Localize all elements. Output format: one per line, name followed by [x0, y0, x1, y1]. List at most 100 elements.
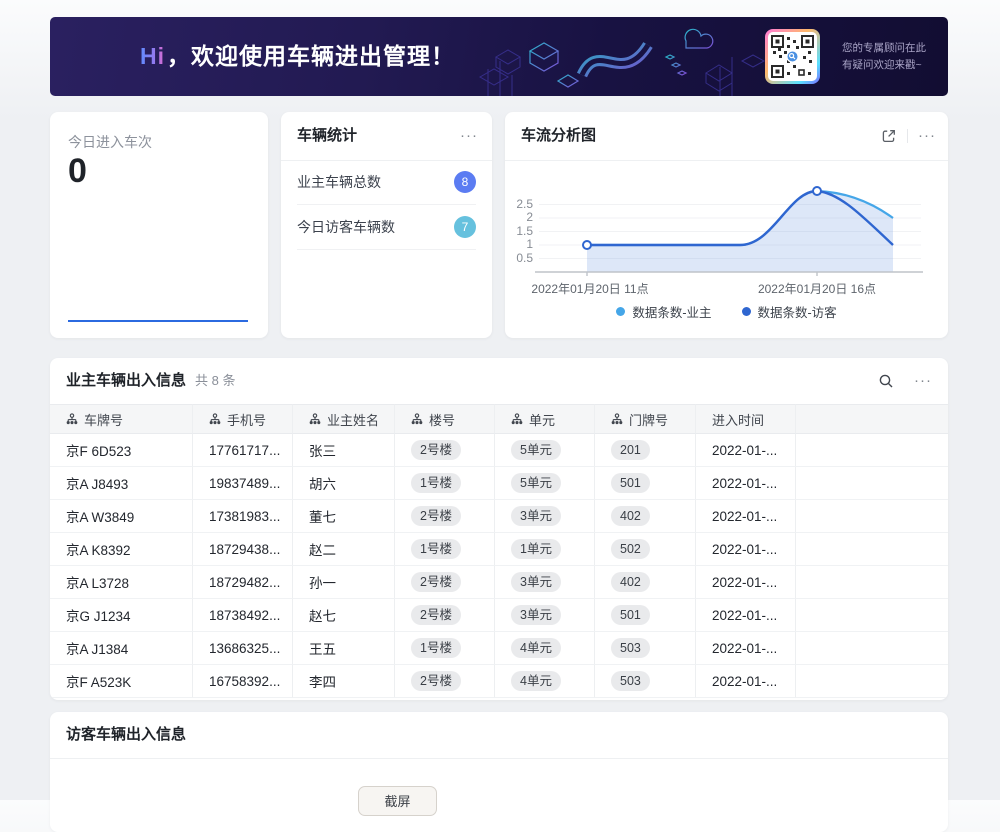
table-row[interactable]: 京A J849319837489...胡六1号楼5单元5012022-01-..…	[50, 467, 948, 500]
table-cell: 京A L3728	[50, 566, 193, 599]
cell-tag: 2号楼	[411, 605, 461, 625]
field-type-icon	[511, 413, 523, 425]
table-cell: 3单元	[495, 500, 595, 533]
vehicle-stats-header: 车辆统计 ···	[281, 112, 492, 161]
column-header[interactable]	[796, 404, 948, 434]
qr-code[interactable]	[765, 29, 820, 84]
banner-greeting: Hi，欢迎使用车辆进出管理！	[140, 17, 455, 96]
column-header[interactable]: 门牌号	[595, 404, 696, 434]
cell-tag: 5单元	[511, 440, 561, 460]
table-cell: 王五	[293, 632, 395, 665]
vehicle-stats-more-button[interactable]: ···	[460, 112, 478, 160]
table-cell: 2022-01-...	[696, 599, 796, 632]
table-cell: 赵七	[293, 599, 395, 632]
column-header[interactable]: 业主姓名	[293, 404, 395, 434]
column-header[interactable]: 楼号	[395, 404, 495, 434]
table-cell: 201	[595, 434, 696, 467]
chart-data-point	[583, 241, 591, 249]
traffic-chart-more-button[interactable]: ···	[918, 112, 936, 160]
table-cell: 16758392...	[193, 665, 293, 698]
table-cell: 402	[595, 500, 696, 533]
today-entry-accent-line	[68, 320, 248, 322]
cell-tag: 503	[611, 638, 650, 658]
table-cell: 402	[595, 566, 696, 599]
legend-item[interactable]: 数据条数-访客	[742, 302, 837, 321]
table-cell: 1号楼	[395, 467, 495, 500]
screenshot-button[interactable]: 截屏	[358, 786, 437, 816]
banner-greeting-prefix: Hi	[140, 43, 165, 69]
table-cell: 2022-01-...	[696, 632, 796, 665]
table-row[interactable]: 京A J138413686325...王五1号楼4单元5032022-01-..…	[50, 632, 948, 665]
table-cell: 2022-01-...	[696, 566, 796, 599]
column-header-label: 单元	[529, 410, 555, 429]
table-row[interactable]: 京F 6D52317761717...张三2号楼5单元2012022-01-..…	[50, 434, 948, 467]
cell-tag: 4单元	[511, 638, 561, 658]
traffic-chart-svg	[505, 164, 948, 278]
legend-dot-icon	[616, 307, 625, 316]
field-type-icon	[209, 413, 221, 425]
column-header-label: 手机号	[227, 410, 266, 429]
cell-tag: 2号楼	[411, 671, 461, 691]
table-cell: 2022-01-...	[696, 467, 796, 500]
expand-icon[interactable]	[881, 128, 897, 144]
table-cell: 京A K8392	[50, 533, 193, 566]
table-row[interactable]: 京A K839218729438...赵二1号楼1单元5022022-01-..…	[50, 533, 948, 566]
table-row[interactable]: 京G J123418738492...赵七2号楼3单元5012022-01-..…	[50, 599, 948, 632]
cell-tag: 1号楼	[411, 473, 461, 493]
table-cell: 京A J8493	[50, 467, 193, 500]
traffic-chart-title: 车流分析图	[521, 112, 596, 160]
column-header[interactable]: 车牌号	[50, 404, 193, 434]
column-header[interactable]: 进入时间	[696, 404, 796, 434]
table-cell: 2022-01-...	[696, 434, 796, 467]
table-row[interactable]: 京F A523K16758392...李四2号楼4单元5032022-01-..…	[50, 665, 948, 698]
table-cell: 13686325...	[193, 632, 293, 665]
table-cell: 5单元	[495, 434, 595, 467]
table-cell: 张三	[293, 434, 395, 467]
welcome-banner: Hi，欢迎使用车辆进出管理！ 您的专	[50, 17, 948, 96]
column-header-label: 楼号	[429, 410, 455, 429]
owner-table-title-text: 业主车辆出入信息	[66, 372, 186, 389]
cell-tag: 402	[611, 506, 650, 526]
traffic-chart-card: 车流分析图 ··· 0.511.522.5 2022年01月20日 11点20	[505, 112, 948, 338]
owner-table-more-button[interactable]: ···	[914, 358, 932, 404]
table-cell: 2022-01-...	[696, 533, 796, 566]
vehicle-stats-title: 车辆统计	[297, 112, 357, 160]
column-header[interactable]: 手机号	[193, 404, 293, 434]
table-cell: 2号楼	[395, 665, 495, 698]
cell-tag: 502	[611, 539, 650, 559]
vehicle-stats-rows: 业主车辆总数8今日访客车辆数7	[281, 160, 492, 250]
stats-row-label: 今日访客车辆数	[297, 217, 395, 237]
chart-ytick-label: 2	[505, 210, 533, 224]
cell-tag: 501	[611, 473, 650, 493]
today-entry-label: 今日进入车次	[68, 132, 152, 152]
field-type-icon	[611, 413, 623, 425]
cell-tag: 402	[611, 572, 650, 592]
table-cell: 503	[595, 632, 696, 665]
table-cell: 京A W3849	[50, 500, 193, 533]
legend-dot-icon	[742, 307, 751, 316]
column-header[interactable]: 单元	[495, 404, 595, 434]
table-cell: 503	[595, 665, 696, 698]
cell-tag: 1号楼	[411, 638, 461, 658]
stats-row: 今日访客车辆数 7	[297, 205, 476, 250]
stats-row-badge: 7	[454, 216, 476, 238]
stats-row-label: 业主车辆总数	[297, 172, 381, 192]
legend-item[interactable]: 数据条数-业主	[616, 302, 711, 321]
owner-vehicles-card: 业主车辆出入信息共 8 条 ··· 车牌号 手机号 业主姓名 楼号 单元 门牌号进入时间京…	[50, 358, 948, 700]
table-cell: 董七	[293, 500, 395, 533]
search-icon[interactable]	[878, 373, 894, 389]
qr-code-image	[768, 32, 817, 81]
visitor-table-titlebar: 访客车辆出入信息	[50, 712, 948, 759]
table-cell	[796, 500, 948, 533]
toolbar-divider	[907, 129, 908, 143]
table-cell: 2号楼	[395, 566, 495, 599]
table-row[interactable]: 京A W384917381983...董七2号楼3单元4022022-01-..…	[50, 500, 948, 533]
traffic-chart-header: 车流分析图 ···	[505, 112, 948, 161]
cell-tag: 3单元	[511, 506, 561, 526]
owner-table: 车牌号手机号业主姓名楼号单元门牌号进入时间京F 6D52317761717...…	[50, 404, 948, 698]
cell-tag: 4单元	[511, 671, 561, 691]
table-row[interactable]: 京A L372818729482...孙一2号楼3单元4022022-01-..…	[50, 566, 948, 599]
table-cell: 4单元	[495, 665, 595, 698]
owner-table-titlebar: 业主车辆出入信息共 8 条 ···	[50, 358, 948, 404]
cell-tag: 3单元	[511, 605, 561, 625]
